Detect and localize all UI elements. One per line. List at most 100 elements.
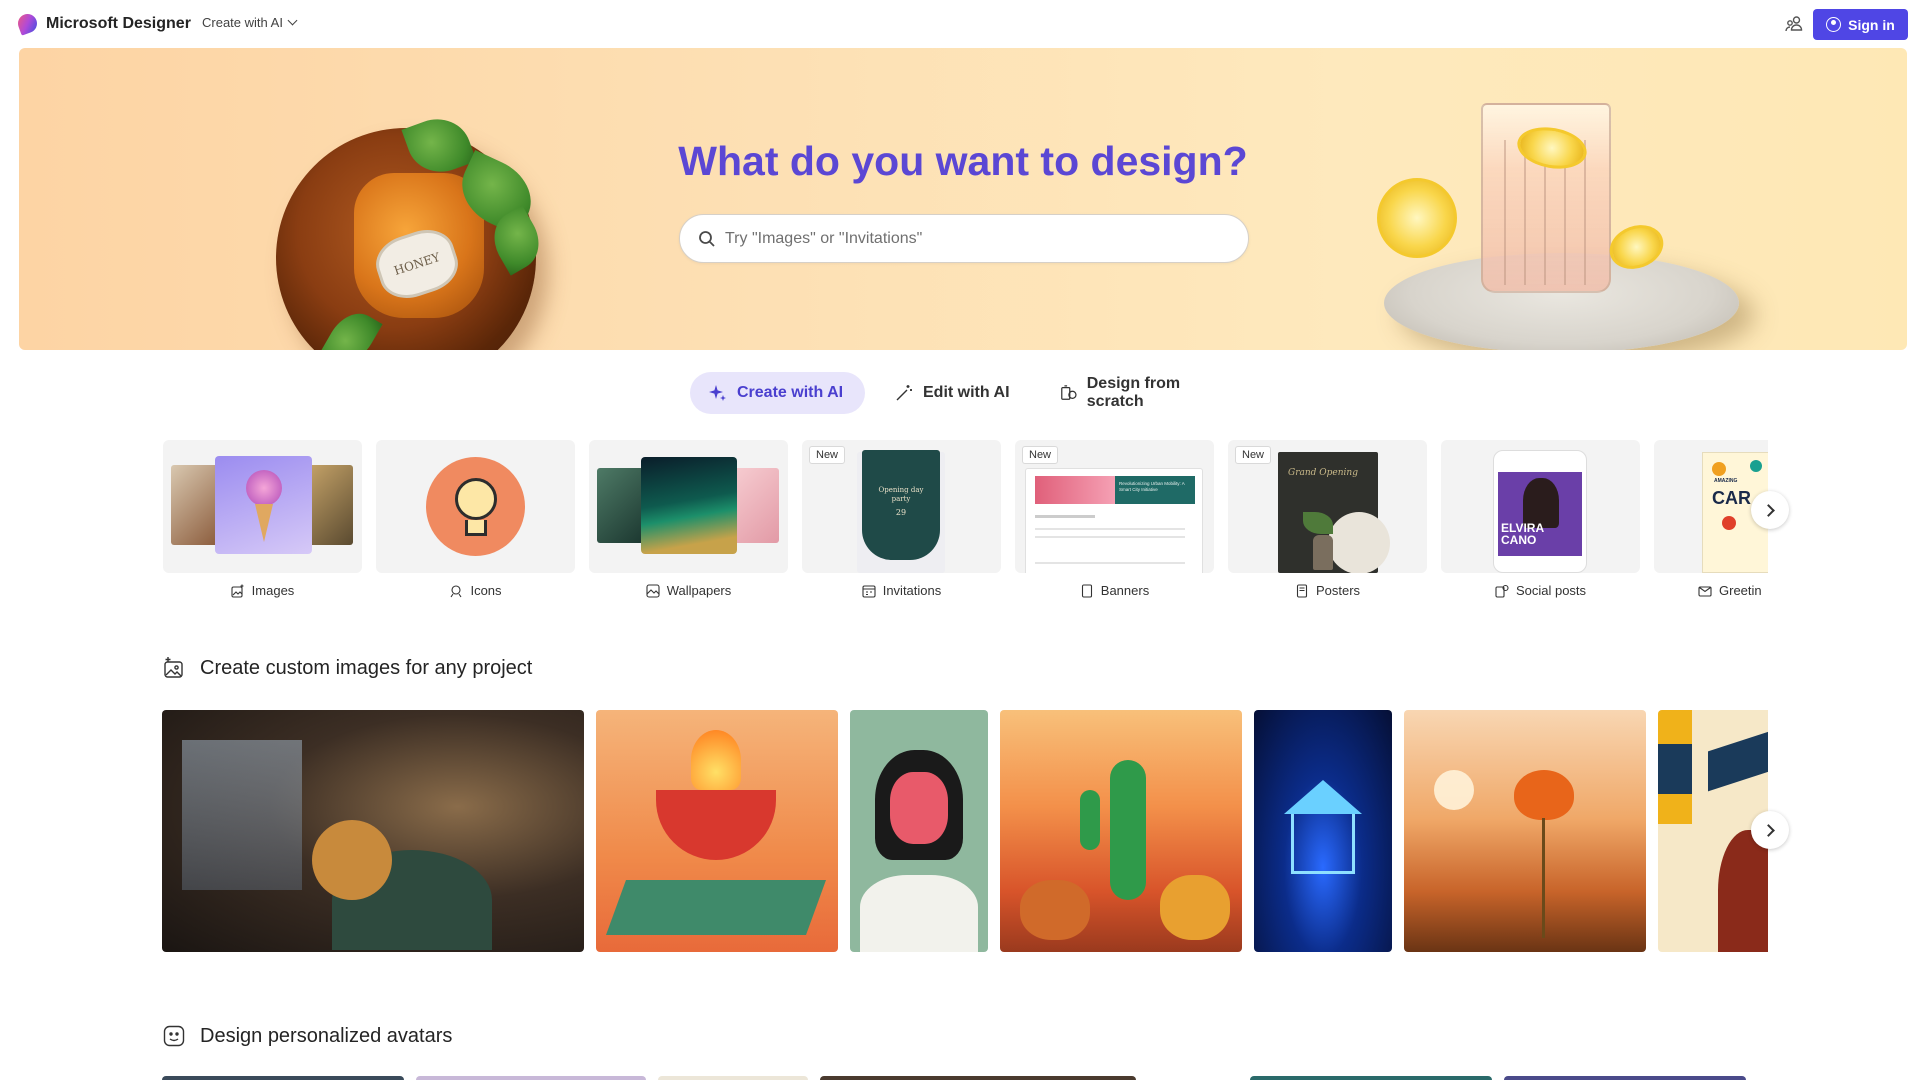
category-label: Images <box>163 583 362 598</box>
thumb-art <box>1328 512 1390 573</box>
sign-in-button[interactable]: Sign in <box>1813 9 1908 40</box>
tab-label: Edit with AI <box>923 384 1010 401</box>
wallpaper-icon <box>646 583 660 598</box>
gallery-image-grill[interactable] <box>596 710 838 952</box>
image-sparkle-icon <box>164 657 183 678</box>
category-label: Social posts <box>1441 583 1640 598</box>
thumb-art: Revolutionizing Urban Mobility: A Smart … <box>1115 476 1195 504</box>
hero-banner: HONEY What do you want to design? <box>19 48 1907 350</box>
section-title: Design personalized avatars <box>200 1024 453 1047</box>
sparkle-icon <box>709 385 726 401</box>
thumb-art <box>1035 515 1095 518</box>
tab-design-from-scratch[interactable]: Design from scratch <box>1042 372 1242 414</box>
image-detail <box>1542 818 1545 938</box>
banner-card-text: Revolutionizing Urban Mobility: A Smart … <box>1119 481 1185 492</box>
avatar-image[interactable] <box>162 1076 404 1080</box>
sign-in-label: Sign in <box>1848 16 1895 33</box>
category-thumbnail: New Grand Opening <box>1228 440 1427 573</box>
image-detail <box>1110 760 1146 900</box>
avatar-image[interactable] <box>1504 1076 1746 1080</box>
category-greeting-cards[interactable]: CAR AMAZING Greetin <box>1654 440 1768 598</box>
gallery-image-neon-house[interactable] <box>1254 710 1392 952</box>
shapes-icon <box>1061 385 1077 400</box>
image-detail <box>1020 880 1090 940</box>
category-thumbnail <box>589 440 788 573</box>
social-post-icon <box>1495 584 1509 598</box>
greeting-card-text: AMAZING <box>1714 478 1738 484</box>
image-gallery <box>162 710 1768 952</box>
category-icons[interactable]: Icons <box>376 440 575 598</box>
category-social-posts[interactable]: ELVIRA CANO Social posts <box>1441 440 1640 598</box>
thumb-art <box>1750 460 1762 472</box>
category-label: Banners <box>1015 583 1214 598</box>
thumb-art <box>1035 476 1115 504</box>
image-detail <box>1291 810 1355 874</box>
category-thumbnail <box>376 440 575 573</box>
avatar-image[interactable] <box>820 1076 1136 1080</box>
tab-create-with-ai[interactable]: Create with AI <box>690 372 865 414</box>
image-detail <box>1080 790 1100 850</box>
thumb-art <box>246 470 282 506</box>
thumb-art <box>1722 516 1736 530</box>
gallery-image-woman-portrait[interactable] <box>850 710 988 952</box>
brand[interactable]: Microsoft Designer <box>15 11 191 36</box>
thumb-art: AMAZING <box>1714 478 1737 484</box>
avatar-image[interactable] <box>1250 1076 1492 1080</box>
design-search-box[interactable] <box>679 214 1249 263</box>
image-detail <box>1434 770 1474 810</box>
gallery-image-cactus-desert[interactable] <box>1000 710 1242 952</box>
category-label-text: Banners <box>1100 583 1150 598</box>
category-posters[interactable]: New Grand Opening Posters <box>1228 440 1427 598</box>
gallery-next-button[interactable] <box>1751 811 1789 849</box>
icon-shapes-icon <box>450 584 462 597</box>
chevron-down-icon <box>287 15 298 26</box>
poster-icon <box>1296 583 1308 598</box>
image-detail <box>1658 744 1692 794</box>
category-thumbnail: New Opening day party 29 <box>802 440 1001 573</box>
thumb-art: ELVIRA CANO <box>1501 522 1581 546</box>
create-with-ai-menu[interactable]: Create with AI <box>202 15 298 30</box>
document-icon <box>1081 583 1092 598</box>
invitation-card-text: Opening day party <box>878 486 924 503</box>
people-icon[interactable] <box>1784 14 1804 34</box>
category-wallpapers[interactable]: Wallpapers <box>589 440 788 598</box>
avatar-image[interactable] <box>658 1076 808 1080</box>
thumb-art: Opening day party 29 <box>862 450 940 560</box>
tab-edit-with-ai[interactable]: Edit with AI <box>876 372 1036 414</box>
image-detail <box>691 730 741 790</box>
brand-name: Microsoft Designer <box>46 14 191 32</box>
magic-wand-icon <box>896 385 912 401</box>
thumb-art <box>1712 462 1726 476</box>
image-detail <box>890 772 948 844</box>
category-invitations[interactable]: New Opening day party 29 Invitations <box>802 440 1001 598</box>
thumb-art <box>1035 536 1185 538</box>
search-input[interactable] <box>725 229 1205 248</box>
new-badge: New <box>1235 446 1272 464</box>
thumb-art <box>171 465 221 545</box>
image-detail <box>1658 794 1692 824</box>
category-label: Invitations <box>802 583 1001 598</box>
gallery-image-poppy-sunset[interactable] <box>1404 710 1646 952</box>
category-label-text: Social posts <box>1515 583 1587 598</box>
category-label: Icons <box>376 583 575 598</box>
category-banners[interactable]: New Revolutionizing Urban Mobility: A Sm… <box>1015 440 1214 598</box>
category-images[interactable]: Images <box>163 440 362 598</box>
category-thumbnail <box>163 440 362 573</box>
image-detail <box>1284 780 1362 814</box>
category-next-button[interactable] <box>1751 491 1789 529</box>
gallery-image-mother-reading[interactable] <box>162 710 584 952</box>
category-carousel: Images Icons Wallpapers New Opening day … <box>163 440 1768 610</box>
thumb-art <box>255 504 273 542</box>
image-detail <box>1160 875 1230 940</box>
poster-card-text: Grand Opening <box>1288 468 1358 478</box>
thumb-art <box>1035 562 1185 564</box>
image-detail <box>312 820 392 900</box>
thumb-art <box>465 520 487 536</box>
avatar-image[interactable] <box>416 1076 646 1080</box>
thumb-art <box>1035 528 1185 530</box>
image-detail <box>605 880 827 935</box>
image-detail <box>1658 710 1692 744</box>
user-icon <box>1826 17 1842 32</box>
search-icon <box>699 230 715 247</box>
avatar-gallery <box>162 1076 1768 1080</box>
